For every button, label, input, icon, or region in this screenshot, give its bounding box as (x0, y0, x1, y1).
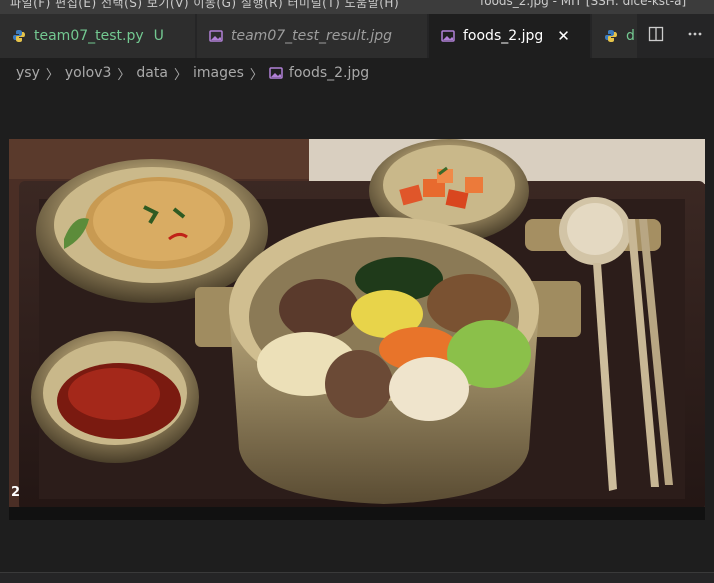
bottom-panel-edge (0, 572, 714, 583)
chevron-right-icon: 〉 (173, 67, 187, 83)
editor-actions (637, 14, 714, 58)
close-icon[interactable]: ✕ (557, 27, 570, 45)
image-preview[interactable]: 2 (9, 139, 705, 520)
chevron-right-icon: 〉 (45, 67, 59, 83)
food-photo: 2 (9, 139, 705, 520)
chevron-right-icon: 〉 (117, 67, 131, 83)
editor-tab-bar: team07_test.py U team07_test_result.jpg … (0, 14, 714, 58)
image-icon (269, 66, 283, 80)
breadcrumb-item[interactable]: images (193, 65, 244, 81)
tab-label: team07_test_result.jpg (231, 28, 393, 44)
chevron-right-icon: 〉 (249, 67, 263, 83)
tab-team07-test-py[interactable]: team07_test.py U (0, 14, 196, 58)
split-editor-icon[interactable] (648, 26, 664, 46)
breadcrumb-item[interactable]: ysy (16, 65, 40, 81)
image-icon (209, 29, 223, 43)
breadcrumb: ysy 〉 yolov3 〉 data 〉 images 〉 foods_2.j… (0, 58, 714, 88)
more-actions-icon[interactable] (687, 26, 703, 46)
detection-label: 2 (11, 485, 20, 500)
menu-bar[interactable]: 파일(F) 편집(E) 선택(S) 보기(V) 이동(G) 실행(R) 터미널(… (10, 0, 399, 11)
tab-label: foods_2.jpg (463, 28, 544, 44)
tab-label: d (626, 28, 635, 44)
breadcrumb-item[interactable]: yolov3 (65, 65, 112, 81)
title-bar: 파일(F) 편집(E) 선택(S) 보기(V) 이동(G) 실행(R) 터미널(… (0, 0, 714, 14)
tab-label: team07_test.py (34, 28, 144, 44)
git-untracked-badge: U (153, 28, 164, 44)
breadcrumb-item[interactable]: data (136, 65, 168, 81)
breadcrumb-item-current[interactable]: foods_2.jpg (289, 65, 369, 81)
image-icon (441, 29, 455, 43)
tab-team07-test-result-jpg[interactable]: team07_test_result.jpg (197, 14, 428, 58)
tab-foods-2-jpg[interactable]: foods_2.jpg ✕ (429, 14, 591, 58)
python-icon (604, 29, 618, 43)
window-title: foods_2.jpg - MIT [SSH: dice-kst-a] (480, 0, 687, 8)
python-icon (12, 29, 26, 43)
